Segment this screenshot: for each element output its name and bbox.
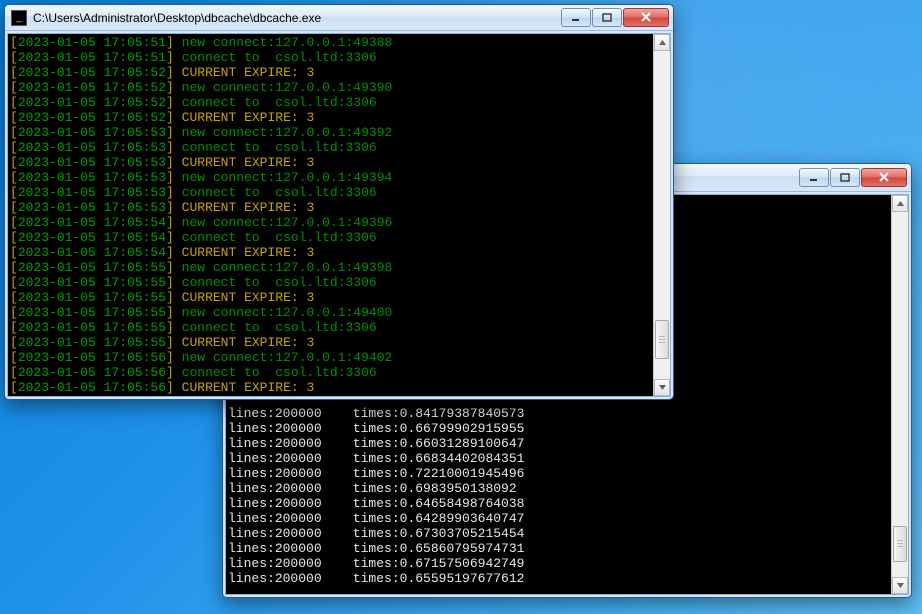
- log-line: [: [10, 110, 18, 125]
- bench-line: lines:200000 times:0.64658498764038: [228, 496, 524, 511]
- minimize-icon: [809, 173, 819, 183]
- minimize-button[interactable]: [799, 168, 829, 187]
- log-line: [: [10, 305, 18, 320]
- log-line: [: [10, 140, 18, 155]
- log-line: [: [10, 365, 18, 380]
- scroll-track[interactable]: [892, 212, 908, 577]
- log-line: [: [10, 155, 18, 170]
- bench-line: lines:200000 times:0.6983950138092: [228, 481, 517, 496]
- maximize-button[interactable]: [592, 8, 622, 27]
- window-title: C:\Users\Administrator\Desktop\dbcache\d…: [33, 11, 561, 25]
- bench-line: lines:200000 times:0.65860795974731: [228, 541, 524, 556]
- log-line: [: [10, 350, 18, 365]
- log-line: [: [10, 260, 18, 275]
- maximize-icon: [840, 173, 850, 183]
- bench-line: lines:200000 times:0.64289903640747: [228, 511, 524, 526]
- window-controls: [799, 168, 907, 187]
- log-line: [: [10, 290, 18, 305]
- scroll-up-button[interactable]: [654, 34, 670, 51]
- log-line: [: [10, 320, 18, 335]
- log-line: [: [10, 245, 18, 260]
- scroll-track[interactable]: [654, 51, 670, 379]
- log-line: [: [10, 200, 18, 215]
- close-icon: [641, 12, 652, 23]
- close-button[interactable]: [861, 168, 907, 187]
- log-line: [: [10, 50, 18, 65]
- client-area: [2023-01-05 17:05:51] new connect:127.0.…: [7, 33, 671, 397]
- log-line: [: [10, 380, 18, 395]
- bench-line: lines:200000 times:0.72210001945496: [228, 466, 524, 481]
- bench-line: lines:200000 times:0.66799902915955: [228, 421, 524, 436]
- vertical-scrollbar[interactable]: [891, 195, 908, 594]
- log-line: [: [10, 170, 18, 185]
- bench-line: lines:200000 times:0.84179387840573: [228, 406, 524, 421]
- maximize-icon: [602, 13, 612, 23]
- minimize-button[interactable]: [561, 8, 591, 27]
- minimize-icon: [571, 13, 581, 23]
- log-line: [: [10, 125, 18, 140]
- scroll-thumb[interactable]: [655, 320, 669, 359]
- log-line: [: [10, 215, 18, 230]
- log-line: [: [10, 185, 18, 200]
- log-line: [: [10, 65, 18, 80]
- log-line: [: [10, 230, 18, 245]
- log-line: [: [10, 335, 18, 350]
- scroll-down-button[interactable]: [892, 577, 908, 594]
- close-icon: [879, 172, 890, 183]
- log-line: [: [10, 35, 18, 50]
- scroll-up-button[interactable]: [892, 195, 908, 212]
- chevron-up-icon: [896, 199, 905, 208]
- log-line: [: [10, 275, 18, 290]
- chevron-up-icon: [658, 38, 667, 47]
- titlebar[interactable]: _ C:\Users\Administrator\Desktop\dbcache…: [5, 5, 673, 31]
- log-line: [: [10, 95, 18, 110]
- app-icon: _: [11, 10, 27, 26]
- chevron-down-icon: [658, 383, 667, 392]
- console-window-front[interactable]: _ C:\Users\Administrator\Desktop\dbcache…: [4, 4, 674, 400]
- bench-line: lines:200000 times:0.66834402084351: [228, 451, 524, 466]
- scroll-thumb[interactable]: [893, 526, 907, 563]
- bench-line: lines:200000 times:0.66031289100647: [228, 436, 524, 451]
- chevron-down-icon: [896, 581, 905, 590]
- log-line: [: [10, 80, 18, 95]
- close-button[interactable]: [623, 8, 669, 27]
- scroll-down-button[interactable]: [654, 379, 670, 396]
- bench-line: lines:200000 times:0.65595197677612: [228, 571, 524, 586]
- window-controls: [561, 8, 669, 27]
- vertical-scrollbar[interactable]: [653, 34, 670, 396]
- bench-line: lines:200000 times:0.67303705215454: [228, 526, 524, 541]
- maximize-button[interactable]: [830, 168, 860, 187]
- console-output[interactable]: [2023-01-05 17:05:51] new connect:127.0.…: [8, 34, 653, 396]
- bench-line: lines:200000 times:0.67157506942749: [228, 556, 524, 571]
